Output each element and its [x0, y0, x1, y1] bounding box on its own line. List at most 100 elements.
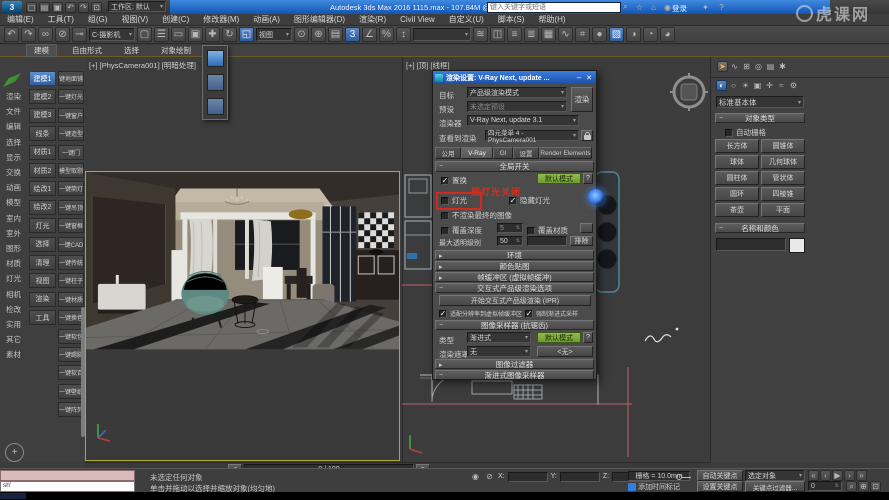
menu-12[interactable]: 帮助(H) — [531, 14, 572, 25]
sidebar-cat-6[interactable]: 绘改1 — [29, 181, 56, 196]
vray-tab-0[interactable]: 公用 — [435, 147, 461, 159]
ribbon-tab-2[interactable]: 选择 — [117, 45, 146, 56]
zoom-extents-icon[interactable]: ⊡ — [870, 481, 881, 492]
create-球体-button[interactable]: 球体 — [715, 155, 759, 169]
lights-icon[interactable]: ☀ — [740, 80, 751, 91]
flyout-option-3-icon[interactable] — [207, 98, 224, 115]
render-setup-icon[interactable]: ▧ — [609, 27, 624, 42]
create-茶壶-button[interactable]: 茶壶 — [715, 203, 759, 217]
minimize-button[interactable]: – — [574, 73, 584, 82]
open-file-icon[interactable]: ▤ — [39, 2, 50, 13]
selection-set-filter-dropdown[interactable]: 选定对象▾ — [745, 470, 805, 481]
exclude-button[interactable]: 排除 — [570, 236, 593, 246]
render-iterative-icon[interactable]: ◕ — [660, 27, 675, 42]
y-coord-field[interactable] — [560, 472, 600, 482]
rollout-name-color[interactable]: −名称和颜色 — [715, 223, 805, 233]
lock-view-button[interactable] — [581, 130, 593, 141]
vray-tab-1[interactable]: V-Ray — [461, 147, 493, 159]
sidebar-tab-2[interactable]: 编辑 — [0, 121, 27, 132]
menu-3[interactable]: 视图(V) — [114, 14, 155, 25]
menu-0[interactable]: 编辑(E) — [0, 14, 41, 25]
global-help-button[interactable]: ? — [583, 173, 593, 184]
cameras-icon[interactable]: ▣ — [752, 80, 763, 91]
sidebar-tab-12[interactable]: 灯光 — [0, 273, 27, 284]
autogrid-checkbox[interactable]: 自动栅格 — [725, 127, 766, 138]
dont-render-final-checkbox[interactable]: 不渲染最终的图像 — [441, 210, 512, 221]
menu-4[interactable]: 创建(C) — [155, 14, 196, 25]
sidebar-tab-16[interactable]: 其它 — [0, 334, 27, 345]
sidebar-action-6[interactable]: 一键筒灯 — [58, 181, 84, 196]
rollout-ipr-options[interactable]: −交互式产品级渲染选项 — [435, 283, 594, 293]
window-crossing-icon[interactable]: ▣ — [188, 27, 203, 42]
zoom-all-icon[interactable]: ⊕ — [858, 481, 869, 492]
sidebar-tab-1[interactable]: 文件 — [0, 106, 27, 117]
spacewarps-icon[interactable]: ≈ — [776, 80, 787, 91]
material-editor-icon[interactable]: ● — [592, 27, 607, 42]
renderer-dropdown[interactable]: V-Ray Next, update 3.1▾ — [467, 115, 579, 126]
sidebar-tab-6[interactable]: 动画 — [0, 182, 27, 193]
sidebar-cat-10[interactable]: 清理 — [29, 255, 56, 270]
redo-icon[interactable]: ↷ — [21, 27, 36, 42]
sidebar-tab-13[interactable]: 相机 — [0, 289, 27, 300]
mirror-icon[interactable]: ◫ — [490, 27, 505, 42]
edit-selection-set-icon[interactable]: ≋ — [473, 27, 488, 42]
sidebar-action-4[interactable]: 一键门 — [58, 145, 84, 160]
override-depth-checkbox[interactable]: 覆盖深度 — [441, 225, 482, 236]
curve-editor-icon[interactable]: ∿ — [558, 27, 573, 42]
left-viewport-label[interactable]: [+] [PhysCamera001] [明暗处理] — [89, 60, 196, 71]
create-圆柱体-button[interactable]: 圆柱体 — [715, 171, 759, 185]
sidebar-tab-9[interactable]: 室外 — [0, 228, 27, 239]
scale-icon[interactable]: ◱ — [239, 27, 254, 42]
sidebar-cat-5[interactable]: 材质2 — [29, 163, 56, 178]
selection-filter-dropdown[interactable]: C-摄影机▾ — [89, 28, 135, 41]
menu-7[interactable]: 图形编辑器(D) — [287, 14, 352, 25]
go-end-icon[interactable]: » — [856, 470, 867, 481]
modify-tab-icon[interactable]: ∿ — [729, 61, 740, 72]
sidebar-tab-11[interactable]: 材质 — [0, 258, 27, 269]
sidebar-cat-8[interactable]: 灯光 — [29, 218, 56, 233]
x-coord-field[interactable] — [508, 472, 548, 482]
sampler-help-button[interactable]: ? — [583, 332, 593, 343]
sidebar-add-button[interactable]: + — [5, 443, 24, 462]
camera-viewport[interactable] — [85, 171, 400, 461]
transparency-spinner[interactable]: 50⇅ — [497, 236, 523, 246]
play-icon[interactable]: ▶ — [832, 470, 843, 481]
flyout-option-1-icon[interactable] — [207, 50, 224, 67]
use-center-icon[interactable]: ⊙ — [294, 27, 309, 42]
selection-lock-icon[interactable]: ⊘ — [484, 471, 495, 482]
rendered-frame-icon[interactable]: ◑ — [626, 27, 641, 42]
spinner-snap-icon[interactable]: ↕ — [396, 27, 411, 42]
new-scene-icon[interactable]: ▢ — [26, 2, 37, 13]
displacement-checkbox[interactable]: ✓置换 — [441, 175, 467, 186]
sidebar-cat-3[interactable]: 线条 — [29, 126, 56, 141]
updates-icon[interactable]: ✦ — [700, 2, 711, 13]
percent-snap-icon[interactable]: % — [379, 27, 394, 42]
vray-tab-4[interactable]: Render Elements — [539, 147, 592, 159]
named-selection-dropdown[interactable]: ▾ — [413, 28, 471, 41]
fit-resolution-checkbox[interactable]: ✓适配分辨率到虚拟帧缓冲区 — [439, 309, 522, 318]
rollout-environment[interactable]: ▸环境 — [435, 250, 594, 260]
graphite-toggle-icon[interactable]: ▦ — [541, 27, 556, 42]
sidebar-tab-5[interactable]: 交换 — [0, 167, 27, 178]
search-go-icon[interactable]: ⌕ — [620, 2, 631, 13]
lights-checkbox[interactable]: 灯光 — [441, 195, 467, 206]
sidebar-action-5[interactable]: 模型取剔 — [58, 163, 84, 178]
override-material-picker-button[interactable] — [580, 223, 593, 233]
render-mask-none-button[interactable]: <无> — [537, 346, 593, 357]
select-object-icon[interactable]: ▢ — [137, 27, 152, 42]
vray-dialog-titlebar[interactable]: 渲染设置: V-Ray Next, update ... – ✕ — [433, 71, 596, 84]
menu-5[interactable]: 修改器(M) — [196, 14, 246, 25]
create-管状体-button[interactable]: 管状体 — [761, 171, 805, 185]
override-material-slot[interactable] — [527, 236, 567, 246]
start-ipr-button[interactable]: 开始交互式产品级渲染 (IPR) — [439, 295, 591, 306]
add-time-tag[interactable]: 添加时间标记 — [638, 482, 680, 492]
sidebar-tab-8[interactable]: 室内 — [0, 213, 27, 224]
sidebar-cat-11[interactable]: 视图 — [29, 273, 56, 288]
selected-light-glow[interactable] — [588, 189, 604, 205]
sidebar-tab-3[interactable]: 选择 — [0, 137, 27, 148]
infocenter-search-input[interactable] — [487, 2, 621, 13]
signin-link[interactable]: 登录 — [672, 3, 687, 14]
rect-region-icon[interactable]: ▭ — [171, 27, 186, 42]
rollout-frame-buffer[interactable]: ▸帧缓冲区 (虚拟帧缓冲) — [435, 272, 594, 282]
sidebar-cat-0[interactable]: 建模1 — [29, 71, 56, 86]
